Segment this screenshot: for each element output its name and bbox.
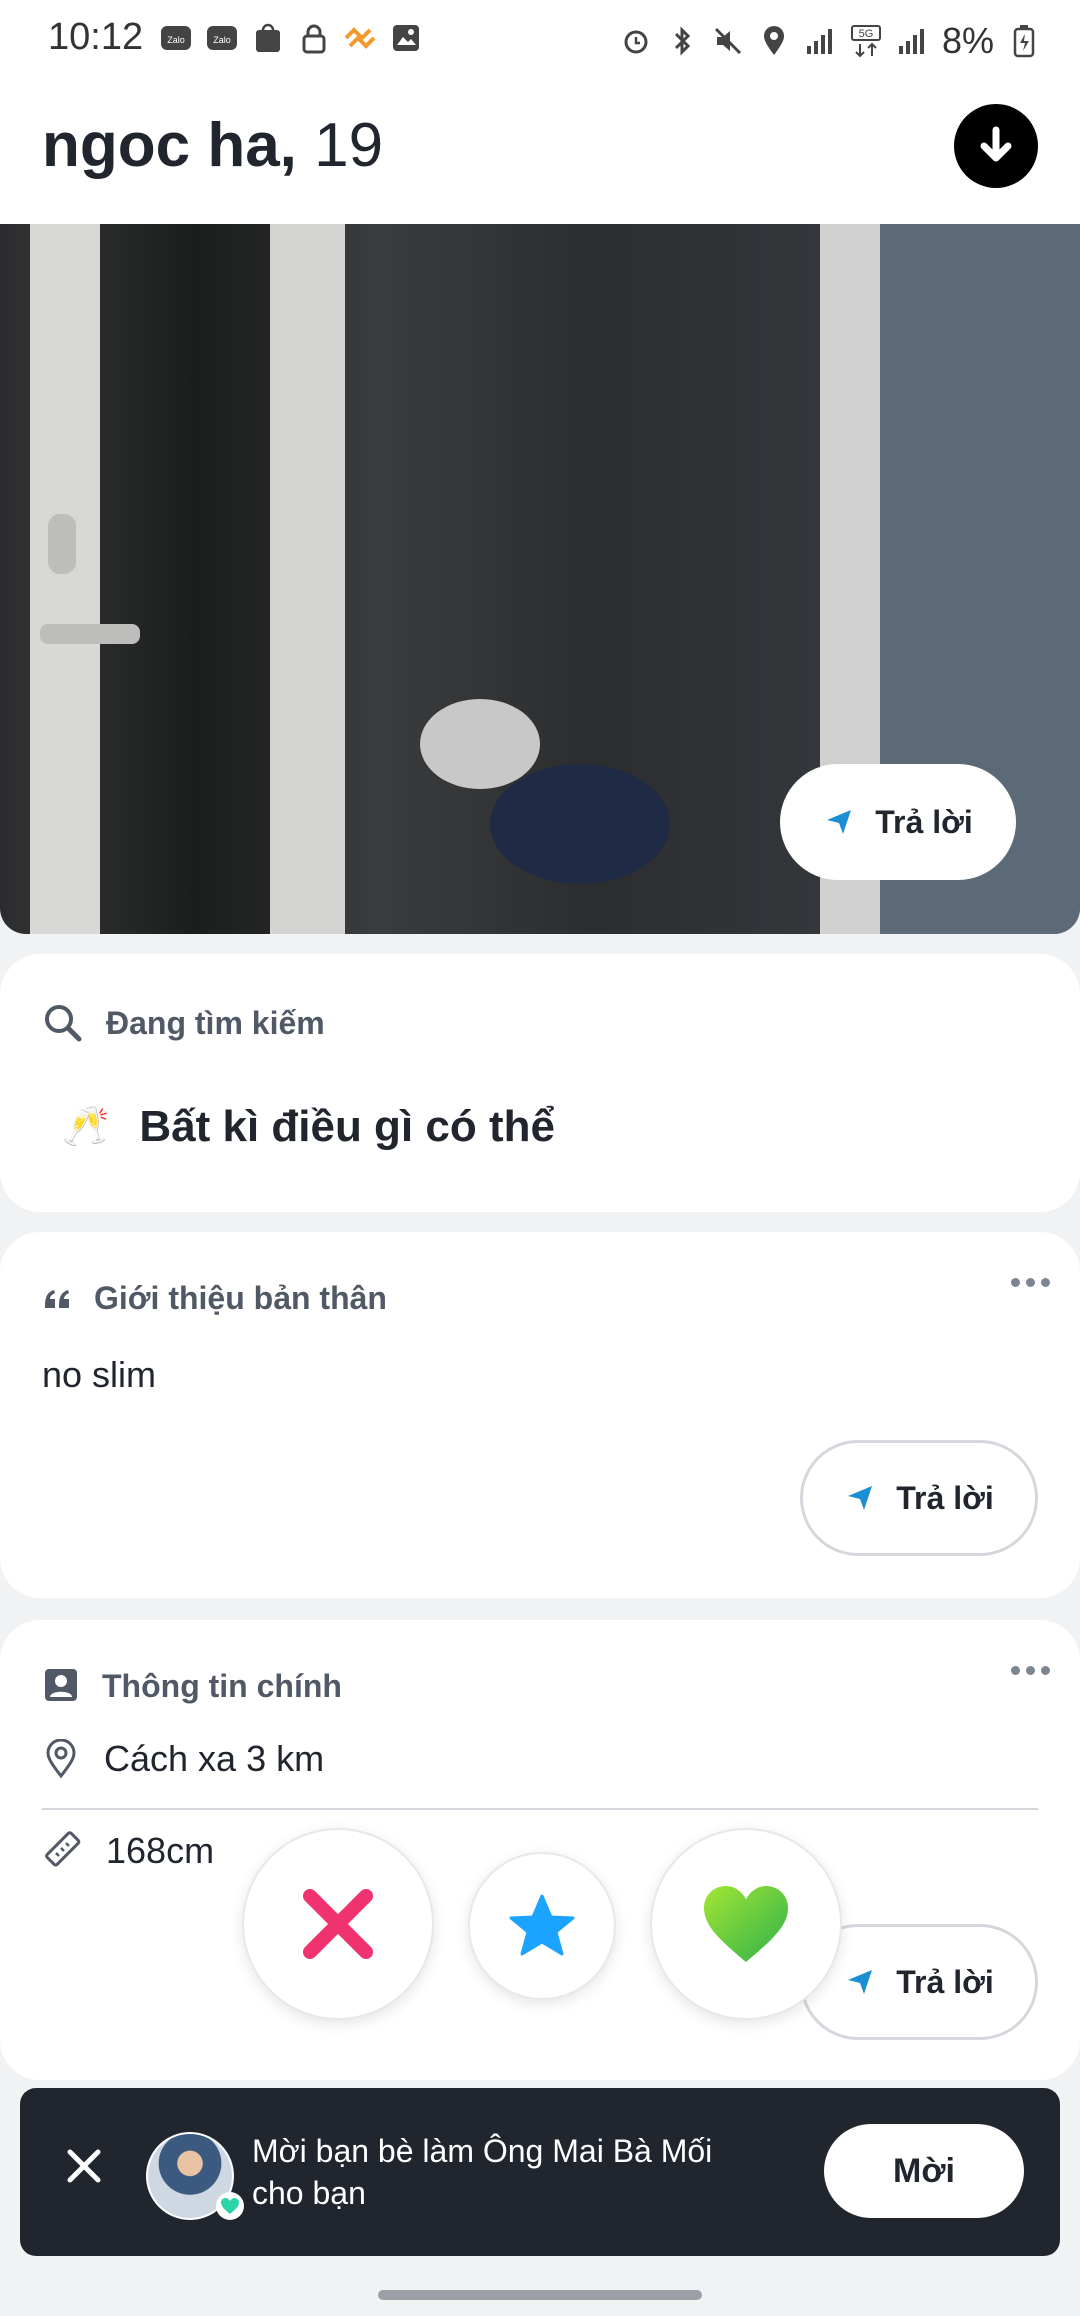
profile-age: 19 [314, 111, 384, 180]
svg-text:Zalo: Zalo [213, 35, 231, 45]
image-icon [390, 22, 422, 54]
alarm-icon [620, 25, 652, 57]
looking-for-title: Đang tìm kiếm [42, 1002, 325, 1044]
contact-card-icon [45, 1669, 77, 1701]
signal-icon [896, 25, 928, 57]
zalo-icon: Zalo [206, 22, 238, 54]
svg-text:Zalo: Zalo [167, 35, 185, 45]
battery-icon [1008, 25, 1040, 58]
shopee-icon [252, 22, 284, 54]
app-icon [344, 22, 376, 54]
like-button[interactable] [650, 1828, 842, 2020]
profile-photo[interactable]: Trả lời [0, 224, 1080, 934]
nope-button[interactable] [242, 1828, 434, 2020]
heart-icon [704, 1886, 788, 1962]
height-row: 168cm [42, 1830, 214, 1872]
basics-divider [42, 1808, 1038, 1810]
close-banner-button[interactable] [64, 2146, 104, 2191]
send-icon [848, 1970, 873, 1994]
arrow-down-icon [980, 126, 1012, 162]
search-icon [45, 1005, 82, 1042]
bio-title: Giới thiệu bản thân [42, 1280, 387, 1317]
heart-badge-icon [216, 2192, 244, 2220]
super-like-button[interactable] [468, 1852, 616, 2000]
photo-reply-button[interactable]: Trả lời [780, 764, 1016, 880]
status-time: 10:12 [48, 16, 144, 58]
send-icon [848, 1486, 873, 1510]
status-right-icons: 5G 8% [620, 20, 1040, 62]
home-indicator[interactable] [378, 2290, 702, 2300]
champagne-icon: 🥂 [62, 1106, 110, 1148]
mute-icon [712, 25, 744, 57]
profile-name-age: ngoc ha, 19 [42, 110, 383, 181]
signal-icon [804, 25, 836, 57]
invite-banner: Mời bạn bè làm Ông Mai Bà Mối cho bạn Mờ… [20, 2088, 1060, 2256]
zalo-icon: Zalo [160, 22, 192, 54]
location-pin-icon [46, 1739, 76, 1779]
photo-reply-label: Trả lời [875, 803, 973, 840]
battery-percent: 8% [941, 20, 994, 61]
bluetooth-icon [666, 25, 698, 57]
lock-icon [298, 22, 330, 54]
status-bar: 10:12 Zalo Zalo 5G 8% [0, 0, 1080, 80]
status-left-icons: Zalo Zalo [160, 22, 422, 54]
location-icon [758, 25, 790, 57]
5g-signal-icon: 5G [850, 25, 882, 58]
bio-card: Giới thiệu bản thân no slim Trả lời [0, 1232, 1080, 1598]
svg-text:5G: 5G [859, 28, 874, 40]
nope-icon [303, 1889, 373, 1959]
basics-card: Thông tin chính Cách xa 3 km 168cm Trả l… [0, 1620, 1080, 2080]
close-icon [67, 2149, 101, 2183]
collapse-profile-button[interactable] [954, 104, 1038, 188]
bio-more-icon[interactable] [1011, 1278, 1050, 1287]
looking-for-value: 🥂 Bất kì điều gì có thể [62, 1102, 555, 1151]
send-icon [827, 810, 852, 834]
looking-for-card: Đang tìm kiếm 🥂 Bất kì điều gì có thể [0, 954, 1080, 1212]
distance-row: Cách xa 3 km [42, 1738, 324, 1780]
banner-message: Mời bạn bè làm Ông Mai Bà Mối cho bạn [252, 2133, 713, 2211]
basics-title: Thông tin chính [42, 1666, 342, 1706]
star-icon [509, 1894, 575, 1956]
quote-icon [45, 1289, 69, 1308]
invite-button[interactable]: Mời [824, 2124, 1024, 2218]
basics-more-icon[interactable] [1011, 1666, 1050, 1675]
bio-reply-button[interactable]: Trả lời [800, 1440, 1038, 1556]
ruler-icon [45, 1831, 81, 1867]
bio-text: no slim [42, 1354, 157, 1395]
profile-header: ngoc ha, 19 [0, 80, 1080, 224]
profile-name: ngoc ha, [42, 111, 297, 180]
